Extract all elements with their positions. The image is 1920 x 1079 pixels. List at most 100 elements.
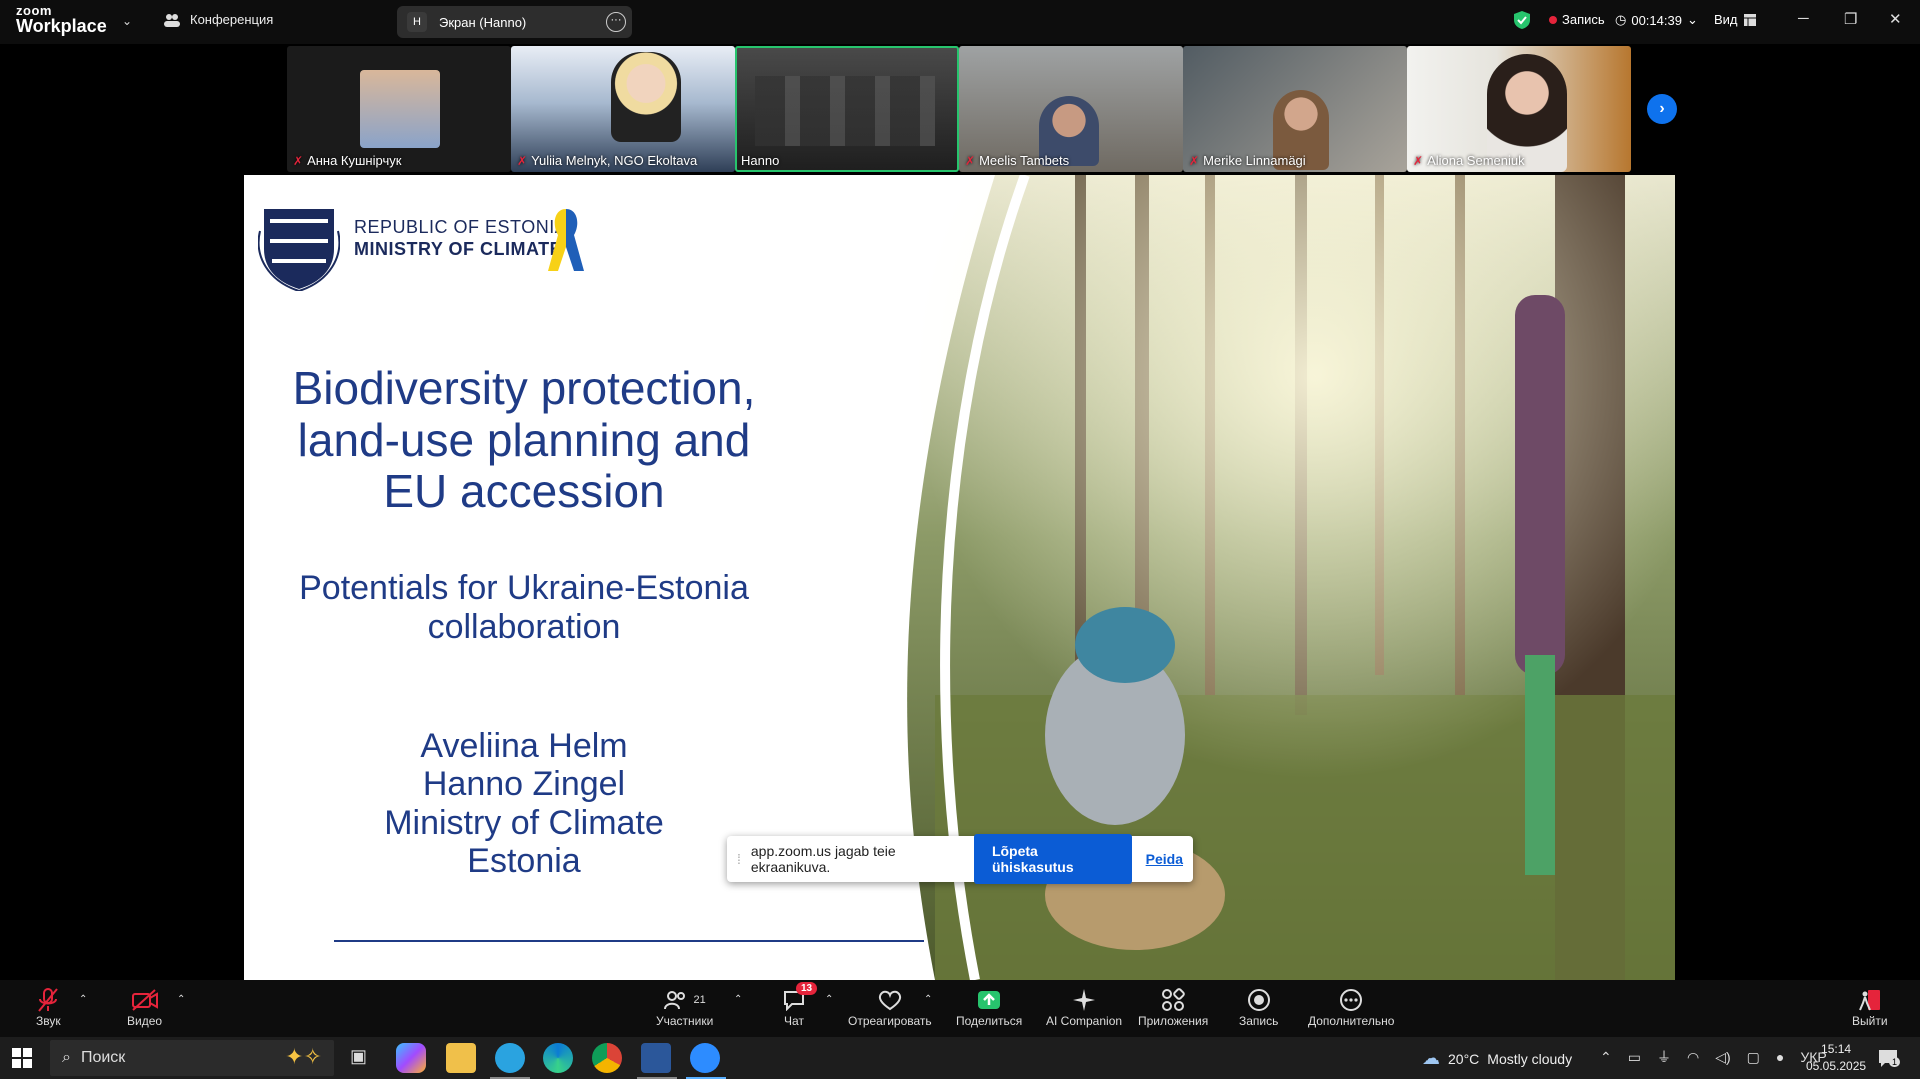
ukraine-ribbon-icon <box>548 209 584 271</box>
mic-muted-icon: ✗ <box>965 153 976 168</box>
restore-icon[interactable]: ❐ <box>1844 10 1857 28</box>
next-participants-button[interactable]: › <box>1647 94 1677 124</box>
record-icon <box>1247 986 1271 1014</box>
cloud-weather-icon: ☁ <box>1422 1048 1440 1068</box>
slide-subtitle: Potentials for Ukraine-Estonia collabora… <box>284 569 764 647</box>
video-button[interactable]: Видео <box>127 986 162 1028</box>
zoom-window: zoom Workplace ⌄ Конференция Н Экран (Ha… <box>0 0 1920 1079</box>
copilot-app-icon[interactable] <box>396 1043 426 1073</box>
video-options-caret-icon[interactable]: ⌃ <box>177 994 185 1005</box>
leave-label: Выйти <box>1852 1014 1888 1028</box>
wifi-icon[interactable]: ◠ <box>1687 1049 1699 1066</box>
drag-handle-icon[interactable]: ⁞ <box>737 851 741 867</box>
participant-tile[interactable]: ✗ Merike Linnamägi <box>1183 46 1407 172</box>
slide-title-line: Biodiversity protection, <box>292 362 756 414</box>
encryption-shield-icon[interactable] <box>1513 10 1531 35</box>
slide-divider <box>334 940 924 942</box>
weather-widget[interactable]: ☁ 20°C Mostly cloudy <box>1422 1048 1572 1069</box>
battery-icon[interactable]: ▭ <box>1628 1049 1641 1066</box>
slide-author-line: Estonia <box>467 842 581 881</box>
screen-tab-label: Экран (Hanno) <box>439 14 527 30</box>
clock-time: 15:14 <box>1821 1042 1852 1056</box>
share-button[interactable]: Поделиться <box>956 986 1022 1028</box>
chat-unread-badge: 13 <box>796 982 818 995</box>
telegram-icon[interactable] <box>495 1043 525 1073</box>
chat-options-caret-icon[interactable]: ⌃ <box>825 994 833 1005</box>
screen-share-tab[interactable]: Н Экран (Hanno) ··· <box>397 6 632 38</box>
microphone-icon[interactable]: ● <box>1776 1049 1784 1065</box>
screen-tab-initial: Н <box>407 12 427 32</box>
minimize-icon[interactable]: ─ <box>1798 10 1809 27</box>
logo-brand-bottom: Workplace <box>16 16 107 36</box>
edge-browser-icon[interactable] <box>543 1043 573 1073</box>
video-label: Видео <box>127 1014 163 1028</box>
audio-button[interactable]: Звук <box>36 986 61 1028</box>
taskbar-search-box[interactable]: ⌕ Поиск ✦✧ <box>50 1040 334 1076</box>
weather-temp: 20°C <box>1448 1050 1480 1067</box>
participant-tile[interactable]: ✗ Aliona Semeniuk <box>1407 46 1631 172</box>
conference-button[interactable]: Конференция <box>164 12 273 27</box>
chat-button[interactable]: 13 Чат <box>782 982 818 1028</box>
chevron-down-icon[interactable]: ⌄ <box>122 14 132 28</box>
react-label: Отреагировать <box>848 1014 932 1028</box>
participants-options-caret-icon[interactable]: ⌃ <box>734 994 742 1005</box>
recording-indicator[interactable]: Запись <box>1549 12 1605 27</box>
zoom-app-icon[interactable] <box>690 1043 720 1073</box>
stop-sharing-button[interactable]: Lõpeta ühiskasutus <box>973 834 1132 884</box>
clock-date: 05.05.2025 <box>1806 1059 1867 1073</box>
display-icon[interactable]: ▢ <box>1747 1049 1760 1066</box>
share-label: Поделиться <box>956 1014 1023 1028</box>
react-button[interactable]: Отреагировать <box>848 986 932 1028</box>
zoom-workplace-logo[interactable]: zoom Workplace <box>16 4 107 35</box>
mic-muted-icon: ✗ <box>1189 153 1200 168</box>
leave-button[interactable]: Выйти <box>1852 986 1888 1028</box>
share-screen-icon <box>976 986 1002 1014</box>
participant-tile[interactable]: ✗ Yuliia Melnyk, NGO Ekoltava <box>511 46 735 172</box>
volume-icon[interactable]: ◁) <box>1715 1049 1730 1066</box>
audio-options-caret-icon[interactable]: ⌃ <box>79 994 87 1005</box>
hide-link[interactable]: Peida <box>1146 851 1183 867</box>
participant-tile-active-speaker[interactable]: Hanno <box>735 46 959 172</box>
view-button[interactable]: Вид <box>1714 12 1756 27</box>
notification-center-icon[interactable]: 1 <box>1877 1047 1901 1074</box>
participants-icon <box>663 991 685 1010</box>
record-button[interactable]: Запись <box>1239 986 1278 1028</box>
sparkle-icon <box>1072 986 1096 1014</box>
slide-title-line: land-use planning and <box>297 413 751 466</box>
task-view-icon[interactable]: ▣ <box>350 1046 367 1067</box>
system-tray: ⌃ ▭ ⏚ ◠ ◁) ▢ ● УКР <box>1600 1047 1827 1067</box>
notification-count: 1 <box>1889 1057 1901 1067</box>
participant-tile[interactable]: ✗ Meelis Tambets <box>959 46 1183 172</box>
chrome-browser-icon[interactable] <box>592 1043 622 1073</box>
org-line-1: REPUBLIC OF ESTONIA <box>354 217 568 237</box>
more-options-icon[interactable]: ··· <box>606 12 626 32</box>
participant-name: Merike Linnamägi <box>1203 153 1306 168</box>
search-placeholder: Поиск <box>80 1049 126 1066</box>
participant-video <box>755 76 935 146</box>
participants-button[interactable]: 21 Участники <box>656 986 713 1028</box>
participant-video <box>611 52 681 142</box>
chevron-up-icon[interactable]: ⌃ <box>1600 1049 1612 1066</box>
audio-label: Звук <box>36 1014 61 1028</box>
windows-start-icon[interactable] <box>12 1048 32 1073</box>
taskbar-clock[interactable]: 15:14 05.05.2025 <box>1806 1041 1866 1075</box>
word-app-icon[interactable] <box>641 1043 671 1073</box>
ministry-logo-text: REPUBLIC OF ESTONIA MINISTRY OF CLIMATE <box>354 217 567 260</box>
record-dot-icon <box>1549 15 1557 24</box>
participant-tile[interactable]: ✗ Анна Кушнірчук <box>287 46 511 172</box>
file-explorer-icon[interactable] <box>446 1043 476 1073</box>
ai-companion-button[interactable]: AI Companion <box>1046 986 1122 1028</box>
participant-name: Yuliia Melnyk, NGO Ekoltava <box>531 153 698 168</box>
close-icon[interactable]: ✕ <box>1889 10 1902 28</box>
usb-icon[interactable]: ⏚ <box>1657 1047 1671 1067</box>
slide-title-line: EU accession <box>383 465 665 518</box>
slide-author-line: Ministry of Climate <box>384 803 664 842</box>
participant-strip: ✗ Анна Кушнірчук ✗ Yuliia Melnyk, NGO Ekol… <box>287 46 1633 172</box>
leave-icon <box>1858 986 1882 1014</box>
slide-authors: Aveliina Helm Hanno Zingel Ministry of C… <box>284 727 764 881</box>
react-options-caret-icon[interactable]: ⌃ <box>924 994 932 1005</box>
more-button[interactable]: Дополнительно <box>1308 986 1394 1028</box>
meeting-timer[interactable]: ◷ 00:14:39 ⌄ <box>1615 12 1698 28</box>
ai-label: AI Companion <box>1046 1014 1123 1028</box>
apps-button[interactable]: Приложения <box>1138 986 1208 1028</box>
